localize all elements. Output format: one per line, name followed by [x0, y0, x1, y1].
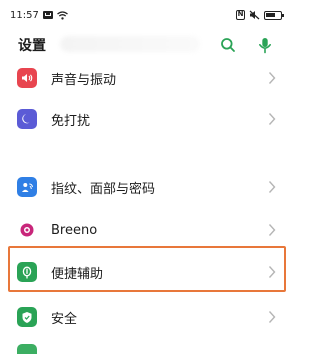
next-row-icon-peek [17, 344, 37, 354]
setting-row-dnd[interactable]: 免打扰 [0, 97, 290, 141]
setting-label: 安全 [51, 311, 78, 327]
blurred-region [60, 36, 200, 52]
search-button[interactable] [216, 33, 240, 57]
battery-icon [264, 10, 284, 20]
chevron-right-icon [268, 224, 276, 236]
chevron-right-icon [268, 72, 276, 84]
setting-label: 免打扰 [51, 113, 91, 129]
shield-icon [17, 307, 37, 327]
mute-icon [249, 10, 260, 20]
wifi-icon [56, 10, 68, 20]
highlight-annotation [8, 246, 286, 292]
chevron-right-icon [268, 311, 276, 323]
setting-row-fingerprint[interactable]: 指纹、面部与密码 [0, 165, 290, 209]
moon-icon [17, 109, 37, 129]
breeno-icon [17, 220, 37, 240]
search-icon [221, 38, 235, 52]
setting-row-security[interactable]: 安全 [0, 295, 290, 339]
setting-label: 声音与振动 [51, 72, 117, 88]
volume-icon [17, 68, 37, 88]
status-left: 11:57 [10, 10, 68, 21]
status-right: N [236, 10, 284, 20]
status-time: 11:57 [10, 9, 39, 21]
fingerprint-face-icon [17, 177, 37, 197]
setting-label: 指纹、面部与密码 [51, 181, 156, 197]
setting-label: Breeno [51, 222, 98, 238]
microphone-icon [259, 37, 271, 53]
nfc-icon: N [236, 10, 245, 20]
page-title: 设置 [18, 38, 46, 54]
chevron-right-icon [268, 181, 276, 193]
message-icon [42, 11, 53, 19]
setting-row-sound[interactable]: 声音与振动 [0, 56, 290, 100]
chevron-right-icon [268, 113, 276, 125]
status-bar: 11:57 N [0, 0, 290, 30]
voice-button[interactable] [253, 33, 277, 57]
